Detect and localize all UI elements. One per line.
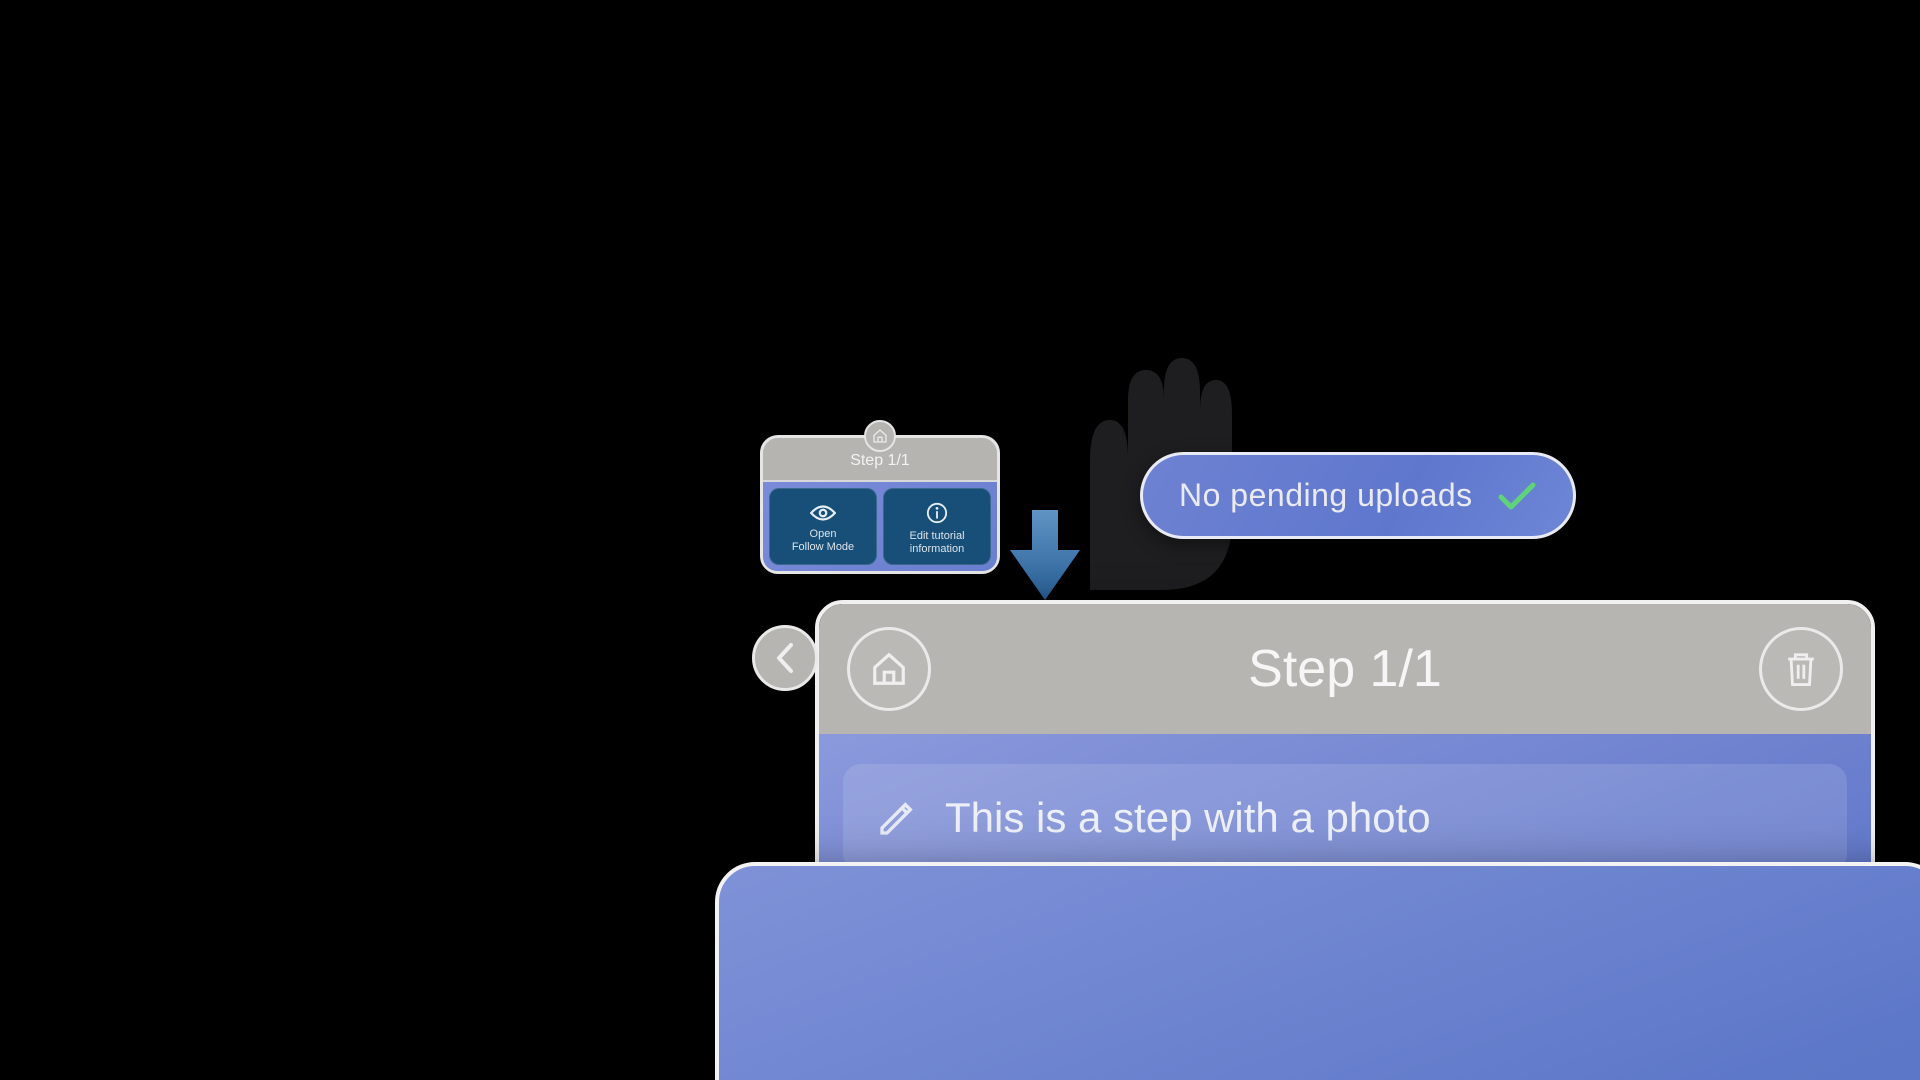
arrow-down-icon — [1010, 510, 1080, 600]
vr-scene: Step 1/1 Open Follow Mode Edit tutorial … — [0, 0, 1920, 1080]
edit-tutorial-info-tile[interactable]: Edit tutorial information — [883, 488, 991, 565]
mini-panel-body: Open Follow Mode Edit tutorial informati… — [763, 480, 997, 571]
home-button[interactable] — [847, 627, 931, 711]
open-follow-mode-label: Open Follow Mode — [792, 528, 854, 553]
step-text-row[interactable]: This is a step with a photo — [843, 764, 1847, 872]
edit-tutorial-info-label: Edit tutorial information — [909, 530, 964, 555]
main-panel-header: Step 1/1 — [819, 604, 1871, 734]
back-button[interactable] — [752, 625, 818, 691]
home-icon — [870, 650, 908, 688]
main-step-title: Step 1/1 — [1248, 639, 1442, 699]
home-icon — [872, 428, 888, 444]
pencil-icon — [877, 798, 917, 838]
check-icon — [1497, 481, 1537, 511]
foreground-slate-panel — [715, 862, 1920, 1080]
open-follow-mode-tile[interactable]: Open Follow Mode — [769, 488, 877, 565]
mini-home-button[interactable] — [864, 420, 896, 452]
chevron-left-icon — [773, 643, 797, 673]
mini-step-panel: Step 1/1 Open Follow Mode Edit tutorial … — [760, 435, 1000, 574]
delete-button[interactable] — [1759, 627, 1843, 711]
info-icon — [926, 502, 948, 524]
upload-status-pill: No pending uploads — [1140, 452, 1576, 539]
trash-icon — [1784, 650, 1818, 688]
eye-icon — [810, 504, 836, 522]
step-text: This is a step with a photo — [945, 794, 1431, 842]
upload-status-text: No pending uploads — [1179, 477, 1473, 514]
